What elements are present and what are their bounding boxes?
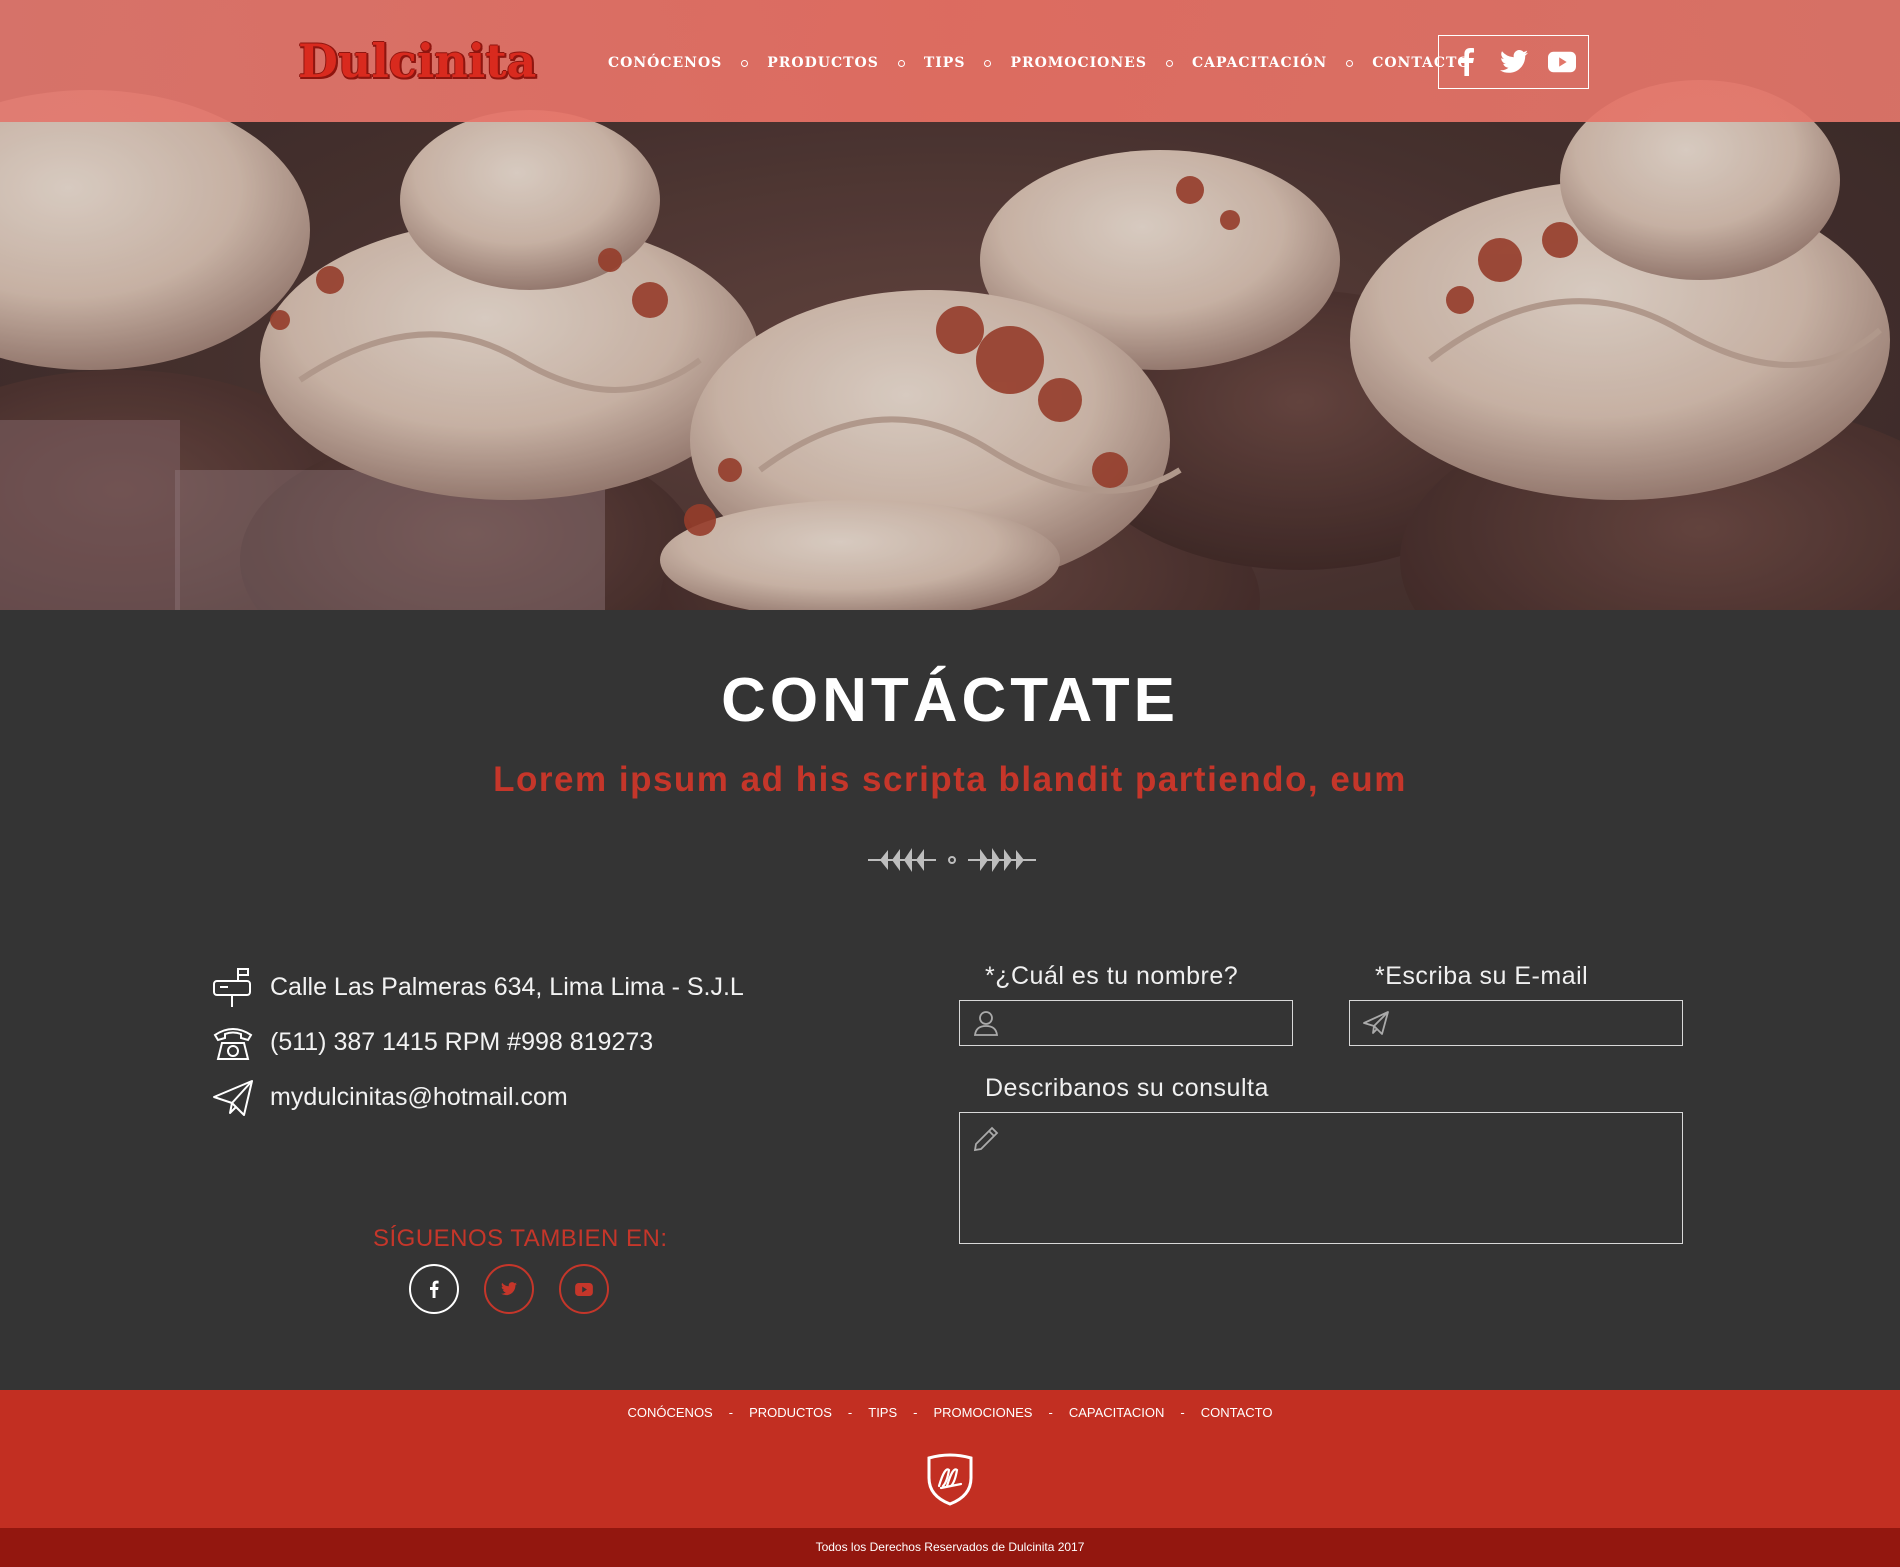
ornament-divider — [868, 848, 1036, 872]
youtube-icon[interactable] — [1547, 48, 1576, 76]
header-social-links — [1438, 35, 1589, 89]
email-label: *Escriba su E-mail — [1375, 962, 1589, 990]
hero-banner: Dulcinita CONÓCENOS PRODUCTOS TIPS PROMO… — [0, 0, 1900, 610]
nav-item-promociones[interactable]: PROMOCIONES — [1010, 55, 1147, 71]
nav-item-tips[interactable]: TIPS — [924, 55, 966, 71]
address-row: Calle Las Palmeras 634, Lima Lima - S.J.… — [210, 965, 744, 1010]
address-text: Calle Las Palmeras 634, Lima Lima - S.J.… — [270, 973, 744, 1001]
nav-separator — [897, 59, 905, 67]
name-field[interactable] — [959, 1000, 1293, 1046]
nav-separator — [1165, 59, 1173, 67]
paper-plane-icon — [210, 1075, 255, 1120]
brand-logo[interactable]: Dulcinita — [298, 34, 536, 88]
nav-separator — [1346, 59, 1354, 67]
page-subtitle: Lorem ipsum ad his scripta blandit parti… — [493, 760, 1407, 799]
phone-row: (511) 387 1415 RPM #998 819273 — [210, 1020, 653, 1065]
footer-nav-separator: - — [728, 1405, 734, 1420]
message-label: Describanos su consulta — [985, 1074, 1269, 1102]
follow-us-label: SÍGUENOS TAMBIEN EN: — [373, 1225, 668, 1252]
contact-section: CONTÁCTATE Lorem ipsum ad his scripta bl… — [0, 610, 1900, 1390]
pencil-icon — [973, 1126, 999, 1152]
message-field[interactable] — [959, 1112, 1683, 1244]
nav-separator — [984, 59, 992, 67]
email-input[interactable] — [1400, 1001, 1682, 1045]
facebook-icon[interactable] — [1452, 48, 1480, 76]
brand-crest-icon — [927, 1453, 973, 1506]
nav-item-productos[interactable]: PRODUCTOS — [767, 55, 879, 71]
message-textarea[interactable] — [1010, 1113, 1682, 1243]
phone-text: (511) 387 1415 RPM #998 819273 — [270, 1028, 654, 1056]
footer-nav-productos[interactable]: PRODUCTOS — [749, 1405, 832, 1420]
footer-nav-contacto[interactable]: CONTACTO — [1201, 1405, 1273, 1420]
twitter-circle-button[interactable] — [484, 1264, 534, 1314]
footer-nav-separator: - — [1048, 1405, 1053, 1420]
name-input[interactable] — [1010, 1001, 1292, 1045]
nav-separator — [741, 59, 749, 67]
footer-nav-separator: - — [1180, 1405, 1185, 1420]
footer-nav-conocenos[interactable]: CONÓCENOS — [628, 1405, 713, 1420]
email-text[interactable]: mydulcinitas@hotmail.com — [270, 1083, 568, 1112]
email-row: mydulcinitas@hotmail.com — [210, 1075, 568, 1120]
telephone-icon — [210, 1020, 255, 1065]
main-nav: CONÓCENOS PRODUCTOS TIPS PROMOCIONES CAP… — [608, 55, 1471, 71]
copyright-text: Todos los Derechos Reservados de Dulcini… — [815, 1540, 1085, 1554]
nav-item-capacitacion[interactable]: CAPACITACIÓN — [1192, 55, 1327, 71]
page-title: CONTÁCTATE — [721, 666, 1179, 735]
footer-nav-promociones[interactable]: PROMOCIONES — [934, 1405, 1033, 1420]
mailbox-icon — [210, 965, 255, 1010]
twitter-icon[interactable] — [1499, 48, 1528, 76]
email-field[interactable] — [1349, 1000, 1683, 1046]
youtube-icon — [575, 1282, 593, 1296]
footer-nav-tips[interactable]: TIPS — [868, 1405, 897, 1420]
footer-nav-separator: - — [847, 1405, 853, 1420]
footer: CONÓCENOS - PRODUCTOS - TIPS - PROMOCION… — [0, 1390, 1900, 1528]
youtube-circle-button[interactable] — [559, 1264, 609, 1314]
footer-nav-separator: - — [913, 1405, 918, 1420]
name-label: *¿Cuál es tu nombre? — [985, 962, 1239, 990]
footer-nav: CONÓCENOS - PRODUCTOS - TIPS - PROMOCION… — [0, 1405, 1900, 1420]
nav-item-conocenos[interactable]: CONÓCENOS — [608, 55, 722, 71]
copyright-bar: Todos los Derechos Reservados de Dulcini… — [0, 1528, 1900, 1567]
paper-plane-icon — [1363, 1011, 1389, 1035]
facebook-circle-button[interactable] — [409, 1264, 459, 1314]
user-icon — [973, 1011, 999, 1036]
facebook-icon — [430, 1280, 439, 1298]
twitter-icon — [501, 1282, 517, 1296]
footer-nav-capacitacion[interactable]: CAPACITACION — [1069, 1405, 1165, 1420]
top-navigation-bar: Dulcinita CONÓCENOS PRODUCTOS TIPS PROMO… — [0, 0, 1900, 122]
